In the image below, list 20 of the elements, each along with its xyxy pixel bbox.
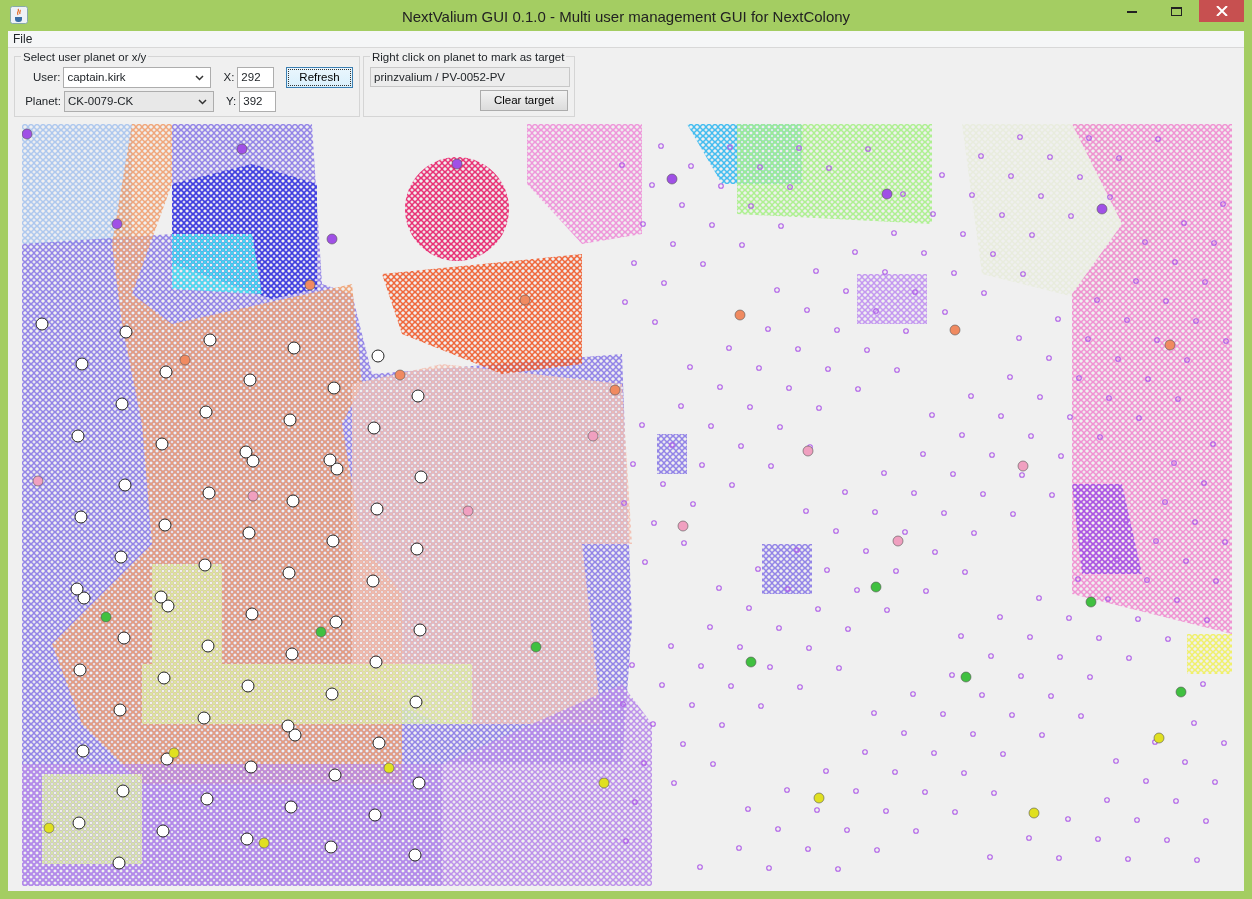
chevron-down-icon [195, 74, 205, 81]
y-field[interactable]: 392 [239, 91, 277, 112]
java-cup-icon [10, 6, 28, 24]
close-button[interactable] [1199, 0, 1244, 22]
planet-label: Planet: [24, 93, 61, 109]
x-field[interactable]: 292 [237, 67, 274, 88]
window-title: NextValium GUI 0.1.0 - Multi user management GUI for NextColony [401, 7, 851, 26]
minimize-icon [1126, 9, 1137, 13]
target-field: prinzvalium / PV-0052-PV [370, 67, 570, 87]
menu-item[interactable]: File [13, 31, 33, 47]
user-dropdown[interactable]: captain.kirk [63, 67, 212, 88]
user-label: User: [31, 69, 61, 85]
maximize-icon [1171, 6, 1182, 16]
clear-target-button[interactable]: Clear target [480, 90, 568, 111]
y-label: Y: [226, 93, 237, 109]
x-label: X: [223, 69, 235, 85]
close-icon [1215, 6, 1228, 16]
chevron-down-icon [198, 98, 207, 105]
planet-dropdown[interactable]: CK-0079-CK [64, 91, 214, 112]
refresh-button[interactable]: Refresh [285, 67, 353, 88]
